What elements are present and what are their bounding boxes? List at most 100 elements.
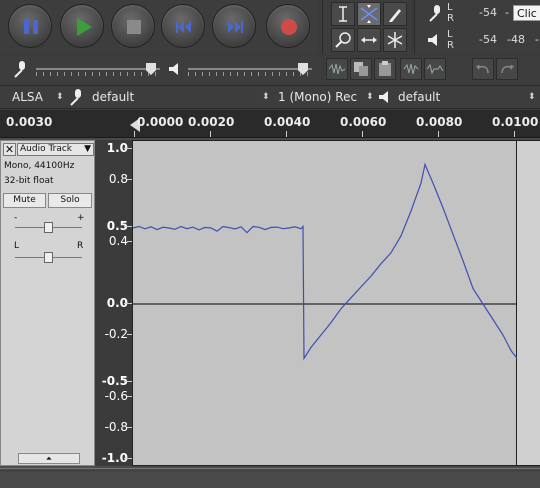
ibeam-icon xyxy=(339,6,347,22)
undo-icon xyxy=(476,65,489,74)
undo-button[interactable] xyxy=(472,58,494,80)
double-arrow-icon xyxy=(361,37,377,43)
tools-toolbar xyxy=(322,0,410,54)
audio-host-select[interactable]: ALSA xyxy=(12,87,43,108)
track-sample-format: 32-bit float xyxy=(4,176,54,186)
chevron-down-icon: ⬍ xyxy=(56,92,64,102)
vertical-ruler-label: 0.4 xyxy=(108,234,128,248)
waveform-display[interactable] xyxy=(132,140,518,466)
timeline-label: 0.0040 xyxy=(264,115,311,129)
playback-meter[interactable]: L R -54 -48 - xyxy=(415,27,540,53)
mute-button[interactable]: Mute xyxy=(3,193,46,208)
track-name-menu[interactable]: Audio Track ▼ xyxy=(17,143,94,156)
copy-button[interactable] xyxy=(350,58,372,80)
gain-slider[interactable] xyxy=(43,222,53,233)
triangle-up-icon: ⏶ xyxy=(45,454,53,463)
waveform xyxy=(132,162,518,361)
vertical-ruler-tick xyxy=(124,225,132,227)
track-empty-area xyxy=(517,140,540,466)
envelope-icon xyxy=(360,5,378,23)
recording-volume-track xyxy=(36,68,160,70)
microphone-icon xyxy=(14,61,25,78)
vertical-ruler-tick xyxy=(124,148,132,149)
skip-to-end-button[interactable] xyxy=(212,4,256,48)
skip-end-icon xyxy=(228,21,243,33)
track-sample-rate: Mono, 44100Hz xyxy=(4,161,75,171)
copy-icon xyxy=(354,62,368,76)
pan-slider[interactable] xyxy=(43,252,53,263)
vertical-ruler: 1.0 0.8 0.5 0.4 0.0 -0.2 -0.5 -0.6 -0.8 -1.0 xyxy=(95,140,132,466)
record-meter-scale-2: - xyxy=(505,6,509,19)
playback-volume-ticks xyxy=(188,72,312,76)
mixer-toolbar xyxy=(0,56,322,82)
close-track-button[interactable]: ✕ xyxy=(3,143,16,156)
timeline-tick xyxy=(210,131,211,137)
paste-button[interactable] xyxy=(374,58,396,80)
multi-tool-button[interactable] xyxy=(383,28,407,52)
play-button[interactable] xyxy=(60,4,104,48)
record-meter[interactable]: L R -54 - Clic xyxy=(415,0,540,26)
speaker-icon xyxy=(428,34,437,46)
edit-toolbar xyxy=(324,56,540,82)
chevron-down-icon: ⬍ xyxy=(528,92,536,102)
timeline-ruler[interactable]: 0.0030 0.0000 0.0020 0.0040 0.0060 0.008… xyxy=(0,110,540,138)
track-name: Audio Track xyxy=(20,144,72,154)
timeline-tick xyxy=(438,131,439,137)
draw-tool-button[interactable] xyxy=(383,2,407,26)
playback-device-select[interactable]: default xyxy=(398,87,440,108)
recording-volume-ticks xyxy=(36,72,160,76)
waveform-line xyxy=(132,162,518,361)
silence-icon xyxy=(426,63,444,75)
record-meter-r: R xyxy=(447,13,454,24)
record-button[interactable] xyxy=(266,4,310,48)
pan-left-label: L xyxy=(14,241,20,251)
redo-button[interactable] xyxy=(496,58,518,80)
pause-button[interactable] xyxy=(8,4,52,48)
selection-tool-button[interactable] xyxy=(331,2,355,26)
playback-meter-scale-2: -48 xyxy=(507,33,525,46)
vertical-ruler-label: 0.8 xyxy=(108,172,128,186)
recording-channels-select[interactable]: 1 (Mono) Rec xyxy=(278,87,357,108)
solo-button[interactable]: Solo xyxy=(48,193,92,208)
timeline-tick xyxy=(514,131,515,137)
timeline-label: 0.0020 xyxy=(188,115,235,129)
chevron-down-icon: ⬍ xyxy=(366,92,374,102)
paste-icon xyxy=(379,61,391,76)
collapse-track-button[interactable]: ⏶ xyxy=(18,453,80,464)
silence-button[interactable] xyxy=(424,58,446,80)
gain-plus-label: + xyxy=(77,213,85,223)
vertical-ruler-tick xyxy=(124,303,132,304)
record-meter-scale-1: -54 xyxy=(479,6,497,19)
stop-button[interactable] xyxy=(111,4,155,48)
trim-icon xyxy=(403,63,419,75)
speaker-icon xyxy=(379,91,388,103)
pause-icon xyxy=(24,20,38,34)
vertical-ruler-label: -0.2 xyxy=(104,327,128,341)
asterisk-icon xyxy=(387,32,403,48)
redo-icon xyxy=(501,65,514,74)
time-shift-tool-button[interactable] xyxy=(357,28,381,52)
skip-to-start-button[interactable] xyxy=(161,4,205,48)
playback-meter-scale-1: -54 xyxy=(479,33,497,46)
vertical-ruler-tick xyxy=(124,380,132,382)
pencil-icon xyxy=(389,9,401,22)
timeline-tick xyxy=(286,131,287,137)
playback-meter-scale-3: - xyxy=(535,33,539,46)
track-separator xyxy=(0,468,540,472)
timeline-label: 0.0080 xyxy=(416,115,463,129)
trim-button[interactable] xyxy=(400,58,422,80)
timeline-label: 0.0000 xyxy=(137,115,184,129)
playback-volume-track xyxy=(188,68,312,70)
gain-minus-label: - xyxy=(14,213,18,223)
meter-click-hint: Clic xyxy=(513,5,540,21)
chevron-down-icon: ⬍ xyxy=(262,92,270,102)
device-toolbar: ALSA ⬍ default ⬍ 1 (Mono) Rec ⬍ default … xyxy=(0,85,540,109)
microphone-icon xyxy=(70,89,81,106)
zoom-tool-button[interactable] xyxy=(331,28,355,52)
recording-device-select[interactable]: default xyxy=(92,87,134,108)
cut-button[interactable] xyxy=(326,58,348,80)
speaker-icon xyxy=(169,63,178,75)
cut-wave-icon xyxy=(328,63,346,75)
track-control-panel[interactable]: ✕ Audio Track ▼ Mono, 44100Hz 32-bit flo… xyxy=(0,140,95,466)
envelope-tool-button[interactable] xyxy=(357,2,381,26)
